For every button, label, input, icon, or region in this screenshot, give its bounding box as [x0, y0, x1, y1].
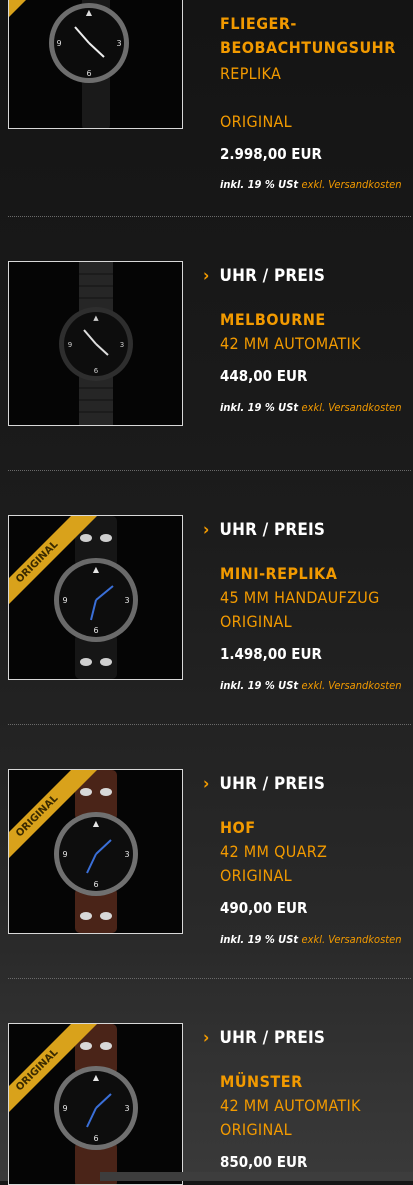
product-edition: ORIGINAL [220, 612, 292, 631]
product-name[interactable]: MÜNSTER [220, 1072, 303, 1091]
tax-note: inkl. 19 % USt exkl. Versandkosten [220, 933, 401, 946]
tax-text: inkl. 19 % USt [220, 401, 299, 414]
product-model: 42 MM AUTOMATIK [220, 1096, 361, 1115]
svg-text:6: 6 [93, 1134, 98, 1143]
shipping-link[interactable]: exkl. Versandkosten [302, 679, 402, 692]
product-name[interactable]: HOF [220, 818, 256, 837]
svg-text:▲: ▲ [93, 314, 99, 322]
watch-image: ▲ 3 6 9 [9, 262, 182, 425]
svg-text:9: 9 [56, 39, 61, 48]
tax-note: inkl. 19 % USt exkl. Versandkosten [220, 178, 401, 191]
product-price: 850,00 EUR [220, 1153, 308, 1171]
svg-text:3: 3 [124, 1104, 129, 1113]
product-list-page: ▲ 3 6 9 FLIEGER- BEOBACHTUNGSUHR REPLIKA OR… [0, 0, 413, 1185]
product-edition: ORIGINAL [220, 1120, 292, 1139]
product-name[interactable]: MINI-REPLIKA [220, 564, 337, 583]
product-model: 45 MM HANDAUFZUG [220, 588, 380, 607]
svg-text:9: 9 [62, 850, 67, 859]
divider [8, 724, 411, 725]
shipping-link[interactable]: exkl. Versandkosten [302, 178, 402, 191]
divider [8, 978, 411, 979]
product-image-link[interactable]: ▲ 3 6 9 ORIGINAL [8, 1023, 183, 1185]
product-price: 1.498,00 EUR [220, 645, 322, 663]
watch-image: ▲ 3 6 9 [9, 0, 182, 128]
product-price: 448,00 EUR [220, 367, 308, 385]
chevron-right-icon: › [203, 1028, 210, 1048]
svg-text:9: 9 [68, 341, 72, 349]
product-name[interactable]: MELBOURNE [220, 310, 326, 329]
product-detail-link[interactable]: › UHR / PREIS [203, 266, 325, 286]
svg-text:6: 6 [94, 367, 99, 375]
product-name-line2[interactable]: BEOBACHTUNGSUHR [220, 38, 396, 57]
svg-text:6: 6 [86, 69, 91, 78]
svg-text:9: 9 [62, 596, 67, 605]
product-image-link[interactable]: ▲ 3 6 9 [8, 261, 183, 426]
product-detail-link-label: UHR / PREIS [219, 266, 326, 286]
svg-text:3: 3 [124, 850, 129, 859]
svg-text:▲: ▲ [93, 819, 100, 828]
product-model: 42 MM QUARZ [220, 842, 328, 861]
svg-text:▲: ▲ [93, 1073, 100, 1082]
product-detail-link[interactable]: › UHR / PREIS [203, 520, 325, 540]
tax-text: inkl. 19 % USt [220, 933, 299, 946]
product-model: 42 MM AUTOMATIK [220, 334, 361, 353]
product-price: 490,00 EUR [220, 899, 308, 917]
watch-image: ▲369 ORIGINAL [9, 516, 182, 679]
shipping-link[interactable]: exkl. Versandkosten [302, 933, 402, 946]
product-detail-link-label: UHR / PREIS [219, 520, 326, 540]
product-detail-link[interactable]: › UHR / PREIS [203, 774, 325, 794]
svg-text:3: 3 [116, 39, 121, 48]
bottom-scrollbar[interactable] [100, 1172, 413, 1181]
product-image-link[interactable]: ▲ 3 6 9 ORIGINAL [8, 515, 183, 680]
watch-image: ▲369 ORIGINAL [9, 1024, 182, 1184]
product-edition: ORIGINAL [220, 112, 292, 131]
product-edition: ORIGINAL [220, 866, 292, 885]
watch-image: ▲369 ORIGINAL [9, 770, 182, 933]
svg-text:3: 3 [120, 341, 124, 349]
product-image-link[interactable]: ▲ 3 6 9 ORIGINAL [8, 769, 183, 934]
divider [8, 470, 411, 471]
tax-text: inkl. 19 % USt [220, 178, 299, 191]
product-detail-link[interactable]: › UHR / PREIS [203, 1028, 325, 1048]
svg-text:3: 3 [124, 596, 129, 605]
product-detail-link-label: UHR / PREIS [219, 1028, 326, 1048]
chevron-right-icon: › [203, 520, 210, 540]
product-image-link[interactable]: ▲ 3 6 9 [8, 0, 183, 129]
divider [8, 216, 411, 217]
svg-text:6: 6 [93, 626, 98, 635]
svg-text:▲: ▲ [93, 565, 100, 574]
tax-note: inkl. 19 % USt exkl. Versandkosten [220, 679, 401, 692]
chevron-right-icon: › [203, 266, 210, 286]
tax-note: inkl. 19 % USt exkl. Versandkosten [220, 401, 401, 414]
tax-text: inkl. 19 % USt [220, 679, 299, 692]
product-price: 2.998,00 EUR [220, 145, 322, 163]
chevron-right-icon: › [203, 774, 210, 794]
product-detail-link-label: UHR / PREIS [219, 774, 326, 794]
svg-text:6: 6 [93, 880, 98, 889]
product-model: REPLIKA [220, 64, 282, 83]
svg-text:9: 9 [62, 1104, 67, 1113]
shipping-link[interactable]: exkl. Versandkosten [302, 401, 402, 414]
svg-text:▲: ▲ [86, 8, 93, 17]
product-name[interactable]: FLIEGER- [220, 14, 297, 33]
